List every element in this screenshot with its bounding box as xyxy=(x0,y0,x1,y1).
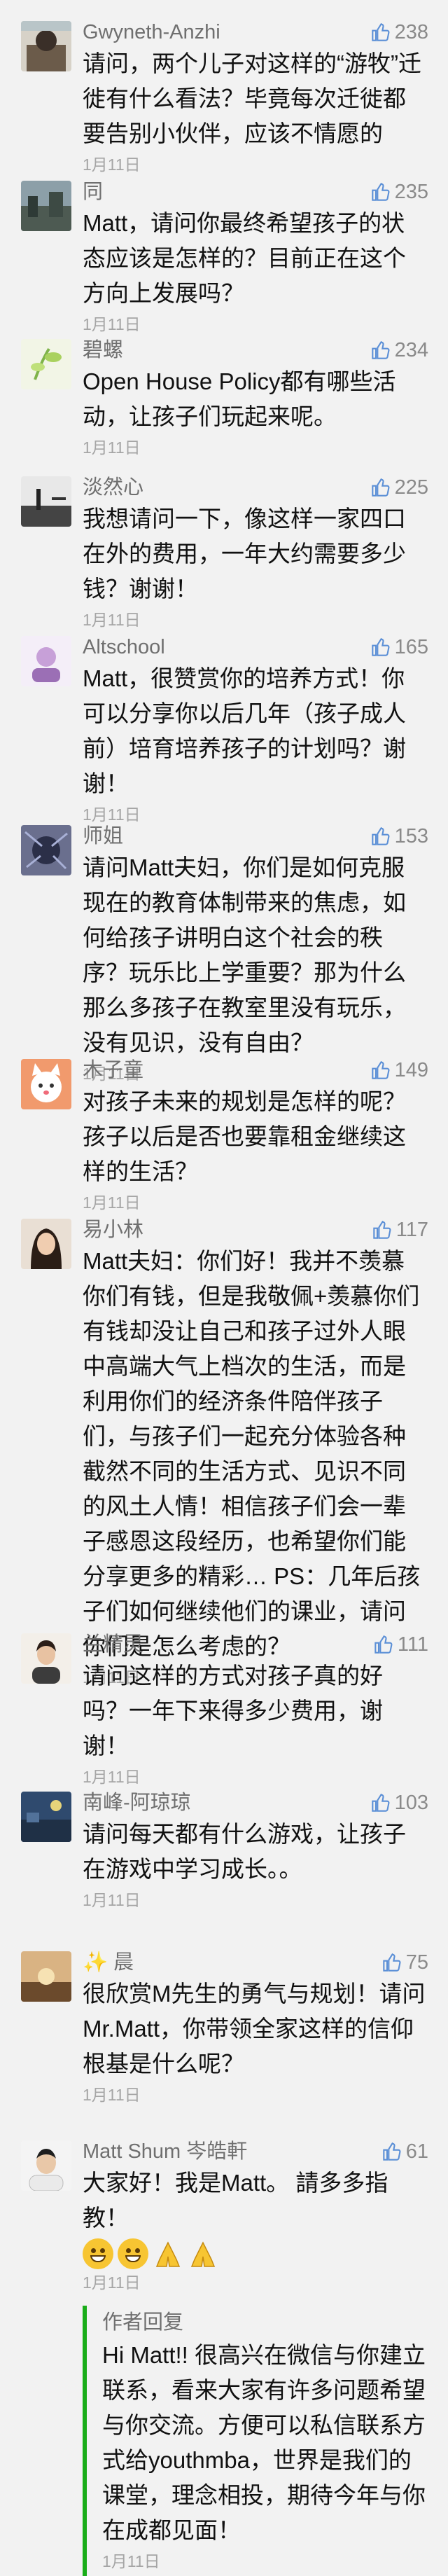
like-count: 149 xyxy=(394,1059,428,1081)
comment-text: 请问Matt夫妇，你们是如何克服现在的教育体制带来的焦虑，如何给孩子讲明白这个社… xyxy=(83,854,406,1055)
folded-hands-icon xyxy=(155,2241,181,2267)
comment-text: Matt夫妇：你们好！我并不羡慕你们有钱，但是我敬佩+羡慕你们有钱却没让自己和孩… xyxy=(83,1248,421,1659)
comment-date: 1月11日 xyxy=(83,2273,141,2292)
comment-item: 木子童 149 对孩子未来的规划是怎样的呢？孩子以后是否也要靠租金继续这样的生活… xyxy=(0,1038,448,1212)
comment-item: Altschool 165 Matt，很赞赏你的培养方式！你可以分享你以后几年（… xyxy=(0,615,448,824)
thumb-up-icon xyxy=(371,182,390,201)
avatar[interactable] xyxy=(21,2140,71,2191)
like-button[interactable]: 153 xyxy=(371,824,428,849)
comment-text: 请问这样的方式对孩子真的好吗？一年下来得多少费用，谢谢！ xyxy=(83,1663,383,1759)
like-button[interactable]: 234 xyxy=(371,338,428,363)
like-button[interactable]: 235 xyxy=(371,179,428,205)
like-button[interactable]: 103 xyxy=(371,1790,428,1815)
comment-text: Matt，请问你最终希望孩子的状态应该是怎样的？目前正在这个方向上发展吗？ xyxy=(83,210,406,306)
comment-text: 请问每天都有什么游戏，让孩子在游戏中学习成长。。 xyxy=(83,1821,406,1882)
reply-title: 作者回复 xyxy=(102,2311,184,2334)
like-count: 225 xyxy=(394,476,428,499)
like-button[interactable]: 238 xyxy=(371,20,428,45)
comment-item: 师姐 153 请问Matt夫妇，你们是如何克服现在的教育体制带来的焦虑，如何给孩… xyxy=(0,804,448,1083)
like-count: 103 xyxy=(394,1792,428,1814)
comment-date: 1月11日 xyxy=(83,2086,141,2104)
like-button[interactable]: 165 xyxy=(371,635,428,660)
comment-list: Gwyneth-Anzhi 238 请问，两个儿子对这样的“游牧”迁徙有什么看法… xyxy=(0,0,448,2576)
comment-item: 易小林 117 Matt夫妇：你们好！我并不羡慕你们有钱，但是我敬佩+羡慕你们有… xyxy=(0,1198,448,1687)
avatar[interactable] xyxy=(21,339,71,389)
comment-date: 1月11日 xyxy=(83,1891,141,1909)
like-button[interactable]: 117 xyxy=(372,1217,428,1242)
like-count: 153 xyxy=(394,825,428,847)
comment-item: 兰精灵 111 请问这样的方式对孩子真的好吗？一年下来得多少费用，谢谢！ 1月1… xyxy=(0,1612,448,1786)
reply-text: Hi Matt!! 很高兴在微信与你建立联系，看来大家有许多问题希望与你交流。方… xyxy=(102,2342,426,2543)
avatar[interactable] xyxy=(21,476,71,527)
avatar[interactable] xyxy=(21,21,71,71)
like-button[interactable]: 225 xyxy=(371,475,428,500)
comment-item: 淡然心 225 我想请问一下，像这样一家四口在外的费用，一年大约需要多少钱？谢谢… xyxy=(0,455,448,629)
like-count: 238 xyxy=(394,21,428,43)
comment-text: 对孩子未来的规划是怎样的呢？孩子以后是否也要靠租金继续这样的生活？ xyxy=(83,1088,406,1184)
reply-date: 1月11日 xyxy=(102,2552,160,2570)
thumb-up-icon xyxy=(371,826,390,845)
comment-text: Matt，很赞赏你的培养方式！你可以分享你以后几年（孩子成人前）培育培养孩子的计… xyxy=(83,665,406,796)
emoji-row xyxy=(83,2238,427,2269)
avatar[interactable] xyxy=(21,1219,71,1269)
avatar[interactable] xyxy=(21,825,71,875)
like-button[interactable]: 111 xyxy=(374,1632,428,1657)
thumb-up-icon xyxy=(383,1953,401,1972)
comment-item: 南峰-阿琼琼 103 请问每天都有什么游戏，让孩子在游戏中学习成长。。 1月11… xyxy=(0,1771,448,1930)
author-reply: 作者回复 Hi Matt!! 很高兴在微信与你建立联系，看来大家有许多问题希望与… xyxy=(83,2306,427,2576)
avatar[interactable] xyxy=(21,181,71,231)
folded-hands-icon xyxy=(190,2241,216,2267)
comment-text: Open House Policy都有哪些活动，让孩子们玩起来呢。 xyxy=(83,368,396,429)
like-count: 117 xyxy=(396,1219,428,1241)
avatar[interactable] xyxy=(21,636,71,686)
like-count: 165 xyxy=(394,636,428,658)
comment-item: Gwyneth-Anzhi 238 请问，两个儿子对这样的“游牧”迁徙有什么看法… xyxy=(0,0,448,174)
like-button[interactable]: 75 xyxy=(382,1950,428,1975)
thumb-up-icon xyxy=(374,1635,393,1654)
thumb-up-icon xyxy=(371,22,390,41)
commenter-name[interactable]: Matt Shum 岑皓軒 xyxy=(83,2139,427,2164)
like-count: 61 xyxy=(405,2140,428,2163)
comment-item: 同 235 Matt，请问你最终希望孩子的状态应该是怎样的？目前正在这个方向上发… xyxy=(0,160,448,333)
thumb-up-icon xyxy=(371,637,390,656)
thumb-up-icon xyxy=(371,1793,390,1812)
like-count: 235 xyxy=(394,181,428,203)
thumb-up-icon xyxy=(373,1220,391,1239)
grin-emoji-icon xyxy=(83,2238,113,2269)
grin-emoji-icon xyxy=(118,2238,148,2269)
thumb-up-icon xyxy=(371,478,390,497)
avatar[interactable] xyxy=(21,1633,71,1684)
comment-text: 请问，两个儿子对这样的“游牧”迁徙有什么看法？毕竟每次迁徙都要告别小伙伴，应该不… xyxy=(83,50,421,146)
comment-text: 我想请问一下，像这样一家四口在外的费用，一年大约需要多少钱？谢谢！ xyxy=(83,506,406,602)
avatar[interactable] xyxy=(21,1951,71,2002)
like-count: 75 xyxy=(405,1951,428,1974)
thumb-up-icon xyxy=(371,1060,390,1079)
comment-item: Matt Shum 岑皓軒 61 大家好！我是Matt。 請多多指教！ 1月11… xyxy=(0,2119,448,2576)
like-button[interactable]: 61 xyxy=(382,2139,428,2164)
comment-text: 很欣赏M先生的勇气与规划！请问Mr.Matt，你带领全家这样的信仰根基是什么呢？ xyxy=(83,1981,426,2077)
thumb-up-icon xyxy=(383,2142,401,2161)
like-count: 234 xyxy=(394,339,428,361)
avatar[interactable] xyxy=(21,1792,71,1842)
comment-item: ✨ 晨 75 很欣赏M先生的勇气与规划！请问Mr.Matt，你带领全家这样的信仰… xyxy=(0,1930,448,2119)
like-button[interactable]: 149 xyxy=(371,1058,428,1083)
commenter-name[interactable]: ✨ 晨 xyxy=(83,1950,427,1975)
comment-item: 碧螺 234 Open House Policy都有哪些活动，让孩子们玩起来呢。… xyxy=(0,318,448,457)
avatar[interactable] xyxy=(21,1059,71,1109)
comment-text: 大家好！我是Matt。 請多多指教！ xyxy=(83,2170,388,2231)
thumb-up-icon xyxy=(371,340,390,359)
like-count: 111 xyxy=(397,1633,428,1656)
